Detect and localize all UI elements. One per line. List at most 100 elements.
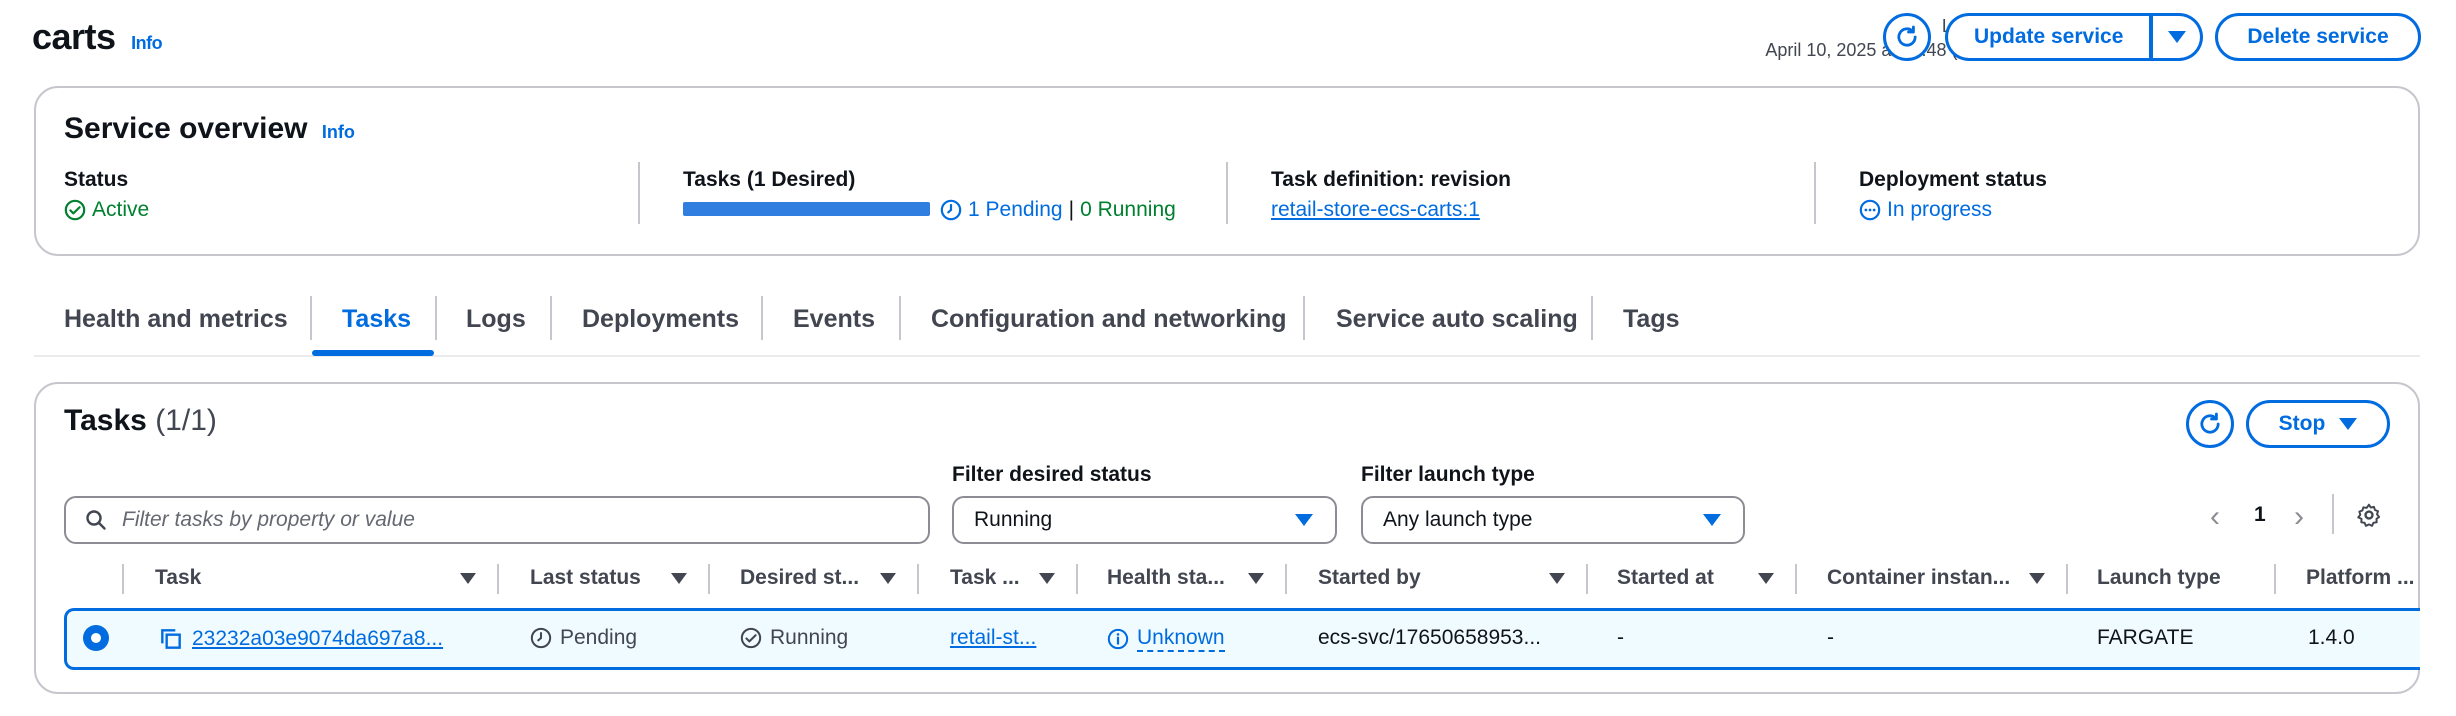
filter-desired-status-value: Running <box>974 508 1053 531</box>
task-definition-value: retail-store-ecs-carts:1 <box>1271 198 1480 222</box>
update-service-split: Update service <box>1945 13 2204 61</box>
service-overview-title: Service overview Info <box>64 112 355 146</box>
row-radio-selected[interactable] <box>83 625 109 651</box>
tab-separator <box>899 296 901 340</box>
task-definition-link[interactable]: retail-store-ecs-carts:1 <box>1271 198 1480 222</box>
column-separator <box>122 564 124 594</box>
tab-service-auto-scaling[interactable]: Service auto scaling <box>1336 305 1578 334</box>
tab-tags[interactable]: Tags <box>1623 305 1680 334</box>
column-separator <box>2274 564 2276 594</box>
refresh-icon <box>1897 25 1917 47</box>
delete-service-button[interactable]: Delete service <box>2215 13 2421 61</box>
next-page-icon[interactable]: › <box>2294 500 2304 534</box>
tab-separator <box>1591 296 1593 340</box>
tasks-pending-link[interactable]: 1 Pending <box>968 198 1063 222</box>
column-separator <box>917 564 919 594</box>
in-progress-icon <box>1859 199 1881 221</box>
page-title: carts Info <box>32 16 163 58</box>
header-info-link[interactable]: Info <box>131 33 163 53</box>
update-service-button[interactable]: Update service <box>1945 13 2152 61</box>
cell-launch-type: FARGATE <box>2097 626 2194 649</box>
preferences-button[interactable] <box>2356 502 2382 533</box>
refresh-icon <box>2200 412 2220 434</box>
column-separator <box>1076 564 1078 594</box>
sort-icon[interactable] <box>460 573 476 584</box>
tab-events[interactable]: Events <box>793 305 875 334</box>
cell-health-status: Unknown <box>1107 626 1225 652</box>
sort-icon[interactable] <box>880 573 896 584</box>
chevron-down-icon <box>2167 31 2186 43</box>
column-header-container-instance[interactable]: Container instan... <box>1827 566 2010 590</box>
page-number[interactable]: 1 <box>2254 503 2266 527</box>
previous-page-icon[interactable]: ‹ <box>2210 500 2220 534</box>
clock-icon <box>940 199 962 221</box>
cell-last-status: Pending <box>530 626 637 650</box>
column-header-started-at[interactable]: Started at <box>1617 566 1714 590</box>
sort-icon[interactable] <box>671 573 687 584</box>
tasks-refresh-button[interactable] <box>2186 400 2234 448</box>
health-status-popover[interactable]: Unknown <box>1137 626 1225 652</box>
filter-launch-type-value: Any launch type <box>1383 508 1533 531</box>
tasks-panel-title: Tasks (1/1) <box>64 404 217 438</box>
filter-launch-type-select[interactable]: Any launch type <box>1361 496 1745 544</box>
filter-desired-status-select[interactable]: Running <box>952 496 1337 544</box>
tab-logs[interactable]: Logs <box>466 305 526 334</box>
column-separator <box>708 564 710 594</box>
column-header-desired-status[interactable]: Desired st... <box>740 566 859 590</box>
service-name: carts <box>32 16 116 57</box>
tasks-counts: 1 Pending | 0 Running <box>940 198 1176 222</box>
column-header-task-definition[interactable]: Task ... <box>950 566 1020 590</box>
column-separator <box>1795 564 1797 594</box>
copy-icon[interactable] <box>158 626 184 652</box>
column-header-health-status[interactable]: Health sta... <box>1107 566 1225 590</box>
search-placeholder: Filter tasks by property or value <box>122 508 415 531</box>
filter-desired-status-label: Filter desired status <box>952 463 1152 486</box>
status-text: Active <box>92 198 150 221</box>
search-icon <box>86 510 106 530</box>
desired-status-text: Running <box>770 626 849 649</box>
tasks-count: (1/1) <box>155 404 217 437</box>
column-header-started-by[interactable]: Started by <box>1318 566 1421 590</box>
overview-divider <box>1814 162 1816 224</box>
column-header-platform-version[interactable]: Platform ... <box>2306 566 2415 590</box>
last-status-text: Pending <box>560 626 638 649</box>
update-service-dropdown[interactable] <box>2151 13 2204 61</box>
cell-started-at: - <box>1617 626 1624 649</box>
stop-button-label: Stop <box>2278 412 2326 435</box>
tab-separator <box>1303 296 1305 340</box>
status-label: Status <box>64 168 129 191</box>
refresh-button[interactable] <box>1883 13 1931 61</box>
stop-button[interactable]: Stop <box>2246 400 2390 448</box>
tab-configuration-and-networking[interactable]: Configuration and networking <box>931 305 1287 334</box>
filter-tasks-search-input[interactable]: Filter tasks by property or value <box>64 496 930 544</box>
task-id-link[interactable]: 23232a03e9074da697a8... <box>192 627 443 651</box>
tasks-title-text: Tasks <box>64 404 147 437</box>
sort-icon[interactable] <box>2029 573 2045 584</box>
gear-icon <box>2357 503 2381 527</box>
column-header-launch-type[interactable]: Launch type <box>2097 566 2221 590</box>
sort-icon[interactable] <box>1039 573 1055 584</box>
tab-deployments[interactable]: Deployments <box>582 305 739 334</box>
tab-separator <box>550 296 552 340</box>
status-value: Active <box>64 198 149 222</box>
info-circle-icon <box>1107 628 1129 650</box>
column-separator <box>1586 564 1588 594</box>
pagination-divider <box>2332 494 2334 534</box>
sort-icon[interactable] <box>1758 573 1774 584</box>
task-definition-row-link[interactable]: retail-st... <box>950 626 1036 650</box>
tab-tasks[interactable]: Tasks <box>342 305 411 334</box>
tab-health-and-metrics[interactable]: Health and metrics <box>64 305 288 334</box>
filter-launch-type-label: Filter launch type <box>1361 463 1535 486</box>
overview-info-link[interactable]: Info <box>322 122 355 142</box>
tasks-running-link[interactable]: 0 Running <box>1080 198 1176 222</box>
column-header-last-status[interactable]: Last status <box>530 566 641 590</box>
deployment-status-text: In progress <box>1887 198 1993 221</box>
sort-icon[interactable] <box>1248 573 1264 584</box>
column-header-task[interactable]: Task <box>155 566 201 590</box>
sort-icon[interactable] <box>1549 573 1565 584</box>
tab-separator <box>435 296 437 340</box>
overview-title-text: Service overview <box>64 112 308 145</box>
clock-icon <box>530 627 552 649</box>
active-tab-indicator <box>312 350 434 356</box>
tasks-progress-bar <box>683 202 930 216</box>
